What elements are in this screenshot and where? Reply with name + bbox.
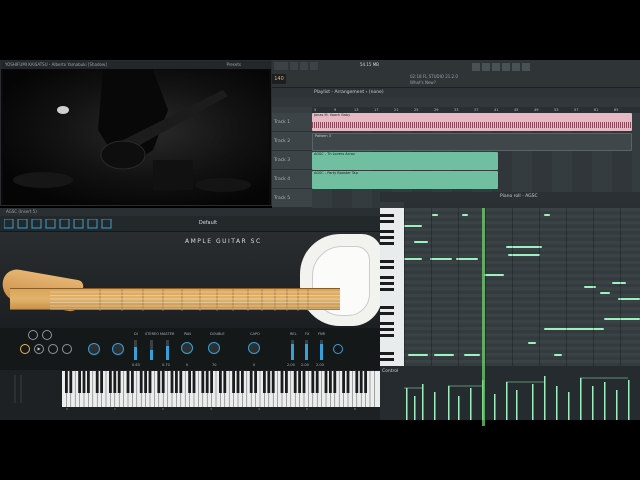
ample-guitar-plugin: AGSC (Insert 5) Default AMPLE GUITAR SC	[0, 208, 380, 420]
stereo-slider[interactable]	[150, 340, 153, 360]
stereo-label: STEREO	[145, 332, 159, 336]
audio-waveform	[312, 122, 632, 128]
velocity-bars[interactable]	[404, 366, 640, 420]
clip-label: AGSC - Th Lovers Acroz	[314, 152, 355, 156]
rel-label: REL	[290, 332, 297, 336]
master-label: MASTER	[160, 332, 175, 336]
video-window: YOSHIFUMI KAISATSU - Alberto Yamabuki [S…	[0, 60, 272, 206]
clip-label: AGSC - Party Booster Tap	[314, 171, 358, 175]
track-label-3[interactable]: Track 3	[272, 151, 312, 170]
fnr-value: 2.00	[316, 363, 324, 367]
next-icon[interactable]	[62, 344, 72, 354]
fnr-slider[interactable]	[320, 340, 323, 360]
octave-number: 3	[210, 407, 212, 411]
plugin-controls: ▶ DI 0.63 STEREO MASTER 0.70 PAN 0 DOUBL…	[0, 328, 380, 370]
keyboard-keys[interactable]	[62, 371, 380, 407]
tempo-knob[interactable]	[88, 343, 100, 355]
plugin-menu-icons[interactable]	[4, 219, 134, 229]
capo-label: CAPO	[250, 332, 260, 336]
whats-new-link[interactable]: What's New?	[410, 80, 436, 85]
plugin-keyboard[interactable]	[62, 371, 380, 407]
fx-value: 2.00	[301, 363, 309, 367]
clip-track-4[interactable]: AGSC - Party Booster Tap	[312, 171, 498, 189]
clip-label: Pattern 3	[315, 134, 331, 138]
master-slider[interactable]	[166, 340, 169, 360]
sync-knob[interactable]	[112, 343, 124, 355]
fl-topbar: 140 54.15 MB 02:18 FL STUDIO 21.2.0 What…	[272, 60, 640, 88]
octave-number: 2	[162, 407, 164, 411]
mode-icon[interactable]	[42, 330, 52, 340]
fx-label: FX	[305, 332, 310, 336]
plugin-titlebar: AGSC (Insert 5)	[0, 208, 380, 216]
double-value: 70	[212, 363, 217, 367]
octave-number: 4	[258, 407, 260, 411]
capo-value: 0	[253, 363, 256, 367]
tempo-display[interactable]: 140	[272, 74, 286, 84]
fx-slider[interactable]	[305, 340, 308, 360]
side-meters	[14, 375, 22, 403]
play-button[interactable]	[290, 62, 298, 70]
di-value: 0.63	[132, 363, 140, 367]
double-label: DOUBLE	[210, 332, 225, 336]
octave-numbers: 0 1 2 3 4 5 6	[62, 407, 380, 415]
capo-knob[interactable]	[248, 342, 260, 354]
record-button[interactable]	[310, 62, 318, 70]
piano-roll-control-lane[interactable]: Control	[380, 366, 640, 420]
double-knob[interactable]	[208, 342, 220, 354]
piano-roll-window: Piano roll - AGSC Control	[380, 192, 640, 426]
play-icon[interactable]: ▶	[34, 344, 44, 354]
plugin-name: AMPLE GUITAR SC	[185, 238, 262, 245]
guitar-fretboard[interactable]	[10, 288, 340, 311]
piano-roll-title: Piano roll - AGSC	[500, 194, 538, 199]
fnr-label: FNR	[318, 332, 326, 336]
plugin-toolbar: Default	[0, 216, 380, 232]
octave-number: 5	[306, 407, 308, 411]
clip-track-1[interactable]: Jonas M. Vooch Baby	[312, 113, 632, 131]
fl-version-label: 02:18 FL STUDIO 21.2.0	[410, 74, 458, 79]
clip-track-3[interactable]: AGSC - Th Lovers Acroz	[312, 152, 498, 170]
fret-lines	[50, 289, 340, 311]
track-label-4[interactable]: Track 4	[272, 170, 312, 189]
di-slider[interactable]	[134, 340, 137, 360]
track-label-5[interactable]: Track 5	[272, 189, 312, 208]
pan-value: 0	[186, 363, 189, 367]
master-value: 0.70	[162, 363, 170, 367]
loop-icon[interactable]	[28, 330, 38, 340]
octave-number: 0	[66, 407, 68, 411]
piano-roll-keyboard[interactable]	[380, 208, 404, 366]
power-icon[interactable]	[333, 344, 343, 354]
track-label-2[interactable]: Track 2	[272, 132, 312, 151]
piano-roll-keys[interactable]	[380, 208, 404, 366]
octave-number: 6	[354, 407, 356, 411]
di-label: DI	[134, 332, 138, 336]
preset-selector[interactable]: Default	[178, 220, 238, 226]
stop-icon[interactable]	[48, 344, 58, 354]
clip-track-2[interactable]: Pattern 3	[312, 133, 632, 151]
record-icon[interactable]	[20, 344, 30, 354]
toolbar-icons[interactable]	[472, 62, 632, 72]
playlist-header: Playlist - Arrangement › (none)	[272, 88, 640, 98]
playlist-title: Playlist - Arrangement › (none)	[314, 90, 384, 95]
piano-roll-header: Piano roll - AGSC	[380, 192, 640, 202]
guitarist-silhouette	[13, 70, 251, 192]
memory-readout: 54.15 MB	[360, 62, 379, 67]
piano-roll-playhead[interactable]	[482, 208, 485, 426]
octave-number: 1	[114, 407, 116, 411]
stop-button[interactable]	[300, 62, 308, 70]
rel-slider[interactable]	[291, 340, 294, 360]
piano-roll-beat-lines	[404, 208, 640, 366]
video-frame	[3, 70, 269, 205]
video-presets-label[interactable]: Presets	[226, 61, 241, 69]
playlist-toolbar[interactable]	[272, 98, 640, 107]
pan-knob[interactable]	[181, 342, 193, 354]
plugin-guitar-view: AMPLE GUITAR SC	[0, 232, 380, 328]
track-label-1[interactable]: Track 1	[272, 113, 312, 132]
control-lane-label[interactable]: Control	[382, 369, 398, 374]
rel-value: 2.00	[287, 363, 295, 367]
pan-label: PAN	[184, 332, 191, 336]
song-mode-button[interactable]	[274, 62, 288, 70]
